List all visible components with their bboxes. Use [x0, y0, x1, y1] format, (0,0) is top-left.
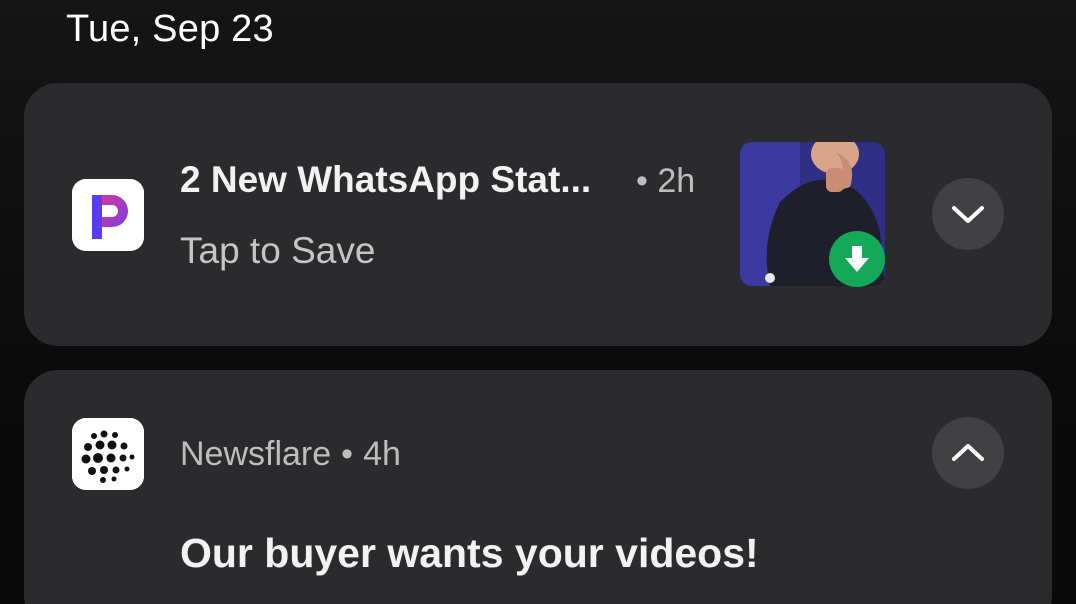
- separator-dot: •: [341, 435, 354, 473]
- collapse-button[interactable]: [932, 417, 1004, 489]
- notification-message: Our buyer wants your videos!: [180, 530, 759, 576]
- notification-time: • 2h: [636, 159, 695, 203]
- notification-title: 2 New WhatsApp Stat...: [180, 159, 592, 200]
- notification-card-newsflare[interactable]: Newsflare • 4h Our buyer wants your videos…: [24, 370, 1052, 604]
- expand-button[interactable]: [932, 178, 1004, 250]
- notification-subtitle: Tap to Save: [180, 230, 376, 271]
- notification-app-meta: Newsflare • 4h: [180, 432, 401, 476]
- download-arrow-icon[interactable]: [829, 231, 885, 287]
- time-label: 4h: [363, 435, 401, 473]
- newsflare-dots-icon: [72, 418, 144, 490]
- notification-card-status-saver[interactable]: 2 New WhatsApp Stat... • 2h Tap to Save: [24, 83, 1052, 346]
- p-logo-icon: [72, 179, 144, 251]
- time-label: 2h: [657, 162, 696, 200]
- separator-dot: •: [636, 162, 648, 200]
- date-header: Tue, Sep 23: [66, 8, 274, 50]
- chevron-up-icon: [952, 444, 984, 461]
- notification-shade: Tue, Sep 23 2 New WhatsApp Stat... • 2h …: [0, 0, 1076, 604]
- app-name: Newsflare: [180, 435, 332, 473]
- chevron-down-icon: [952, 206, 984, 223]
